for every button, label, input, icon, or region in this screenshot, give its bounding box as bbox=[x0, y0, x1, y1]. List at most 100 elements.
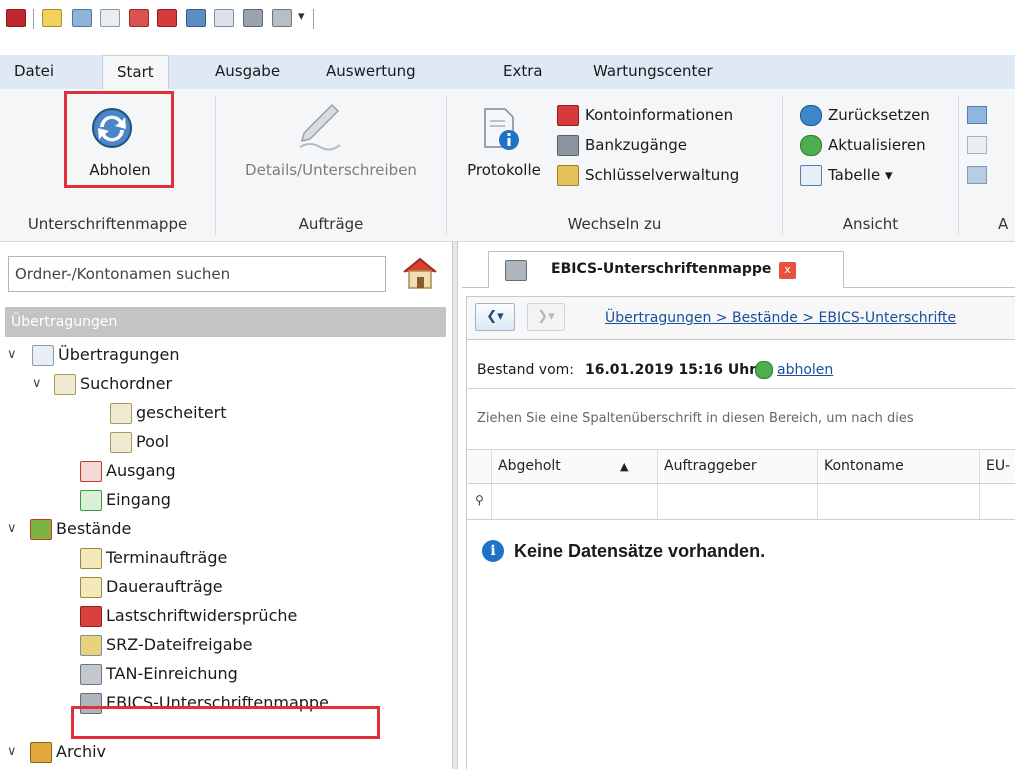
back-button[interactable]: ❮▾ bbox=[475, 303, 515, 331]
tree-item-label: Übertragungen bbox=[58, 345, 180, 364]
zuruecksetzen-label: Zurücksetzen bbox=[828, 106, 930, 124]
file-release-icon bbox=[80, 635, 102, 656]
schluesselverwaltung-button[interactable]: Schlüsselverwaltung bbox=[557, 162, 739, 188]
cut-off-icon[interactable] bbox=[967, 166, 987, 184]
envelope-icon bbox=[32, 345, 54, 366]
tab-auswertung[interactable]: Auswertung bbox=[326, 55, 416, 90]
tree-item-label: Ausgang bbox=[106, 461, 176, 480]
column-header-eu[interactable]: EU- bbox=[979, 450, 1015, 483]
account-list-icon[interactable] bbox=[157, 9, 177, 27]
group-by-area[interactable]: Ziehen Sie eine Spaltenüberschrift in di… bbox=[467, 388, 1015, 450]
column-header-abgeholt[interactable]: Abgeholt ▲ bbox=[491, 450, 657, 483]
bank-icon bbox=[557, 135, 579, 156]
tan-document-icon bbox=[80, 664, 102, 685]
cut-off-icon[interactable] bbox=[967, 136, 987, 154]
tab-start[interactable]: Start bbox=[102, 55, 169, 90]
signature-folder-icon bbox=[505, 260, 527, 281]
stand-value: 16.01.2019 15:16 Uhr bbox=[585, 362, 757, 378]
chevron-down-icon[interactable]: ∨ bbox=[7, 340, 21, 369]
customize-toolbar-icon[interactable]: ▾ bbox=[298, 9, 305, 24]
group-label-wechseln-zu: Wechseln zu bbox=[567, 215, 662, 233]
bankzugaenge-button[interactable]: Bankzugänge bbox=[557, 132, 687, 158]
tab-wartungscenter[interactable]: Wartungscenter bbox=[593, 55, 713, 90]
archive-icon bbox=[30, 742, 52, 763]
notepad-icon[interactable] bbox=[42, 9, 62, 27]
tree-item-label: EBICS-Unterschriftenmappe bbox=[106, 693, 329, 712]
column-header-auftraggeber[interactable]: Auftraggeber bbox=[657, 450, 817, 483]
filter-cell[interactable] bbox=[657, 484, 817, 519]
signature-folder-icon bbox=[80, 693, 102, 714]
breadcrumb[interactable]: Übertragungen > Bestände > EBICS-Untersc… bbox=[605, 297, 956, 339]
reset-icon bbox=[800, 105, 822, 126]
chevron-down-icon[interactable]: ∨ bbox=[7, 737, 21, 766]
grid-header: Abgeholt ▲ Auftraggeber Kontoname EU- bbox=[467, 450, 1015, 484]
document-arrow-icon[interactable] bbox=[100, 9, 120, 27]
group-label-ansicht: Ansicht bbox=[842, 215, 899, 233]
filter-cell[interactable] bbox=[491, 484, 657, 519]
tree-item-label: TAN-Einreichung bbox=[106, 664, 238, 683]
tab-ausgabe[interactable]: Ausgabe bbox=[215, 55, 280, 90]
kontoinformationen-label: Kontoinformationen bbox=[585, 106, 734, 124]
tab-title: EBICS-Unterschriftenmappe bbox=[551, 261, 772, 277]
filter-cell[interactable] bbox=[979, 484, 1015, 519]
transfer-icon[interactable] bbox=[129, 9, 149, 27]
zuruecksetzen-button[interactable]: Zurücksetzen bbox=[800, 102, 930, 128]
tabelle-dropdown[interactable]: Tabelle ▾ bbox=[800, 162, 892, 188]
filter-cell[interactable] bbox=[817, 484, 979, 519]
column-label: Abgeholt bbox=[498, 458, 561, 474]
group-separator bbox=[782, 95, 783, 235]
aktualisieren-button[interactable]: Aktualisieren bbox=[800, 132, 926, 158]
tree-item-label: Pool bbox=[136, 432, 170, 451]
tree-item-label: Daueraufträge bbox=[106, 577, 223, 596]
debit-objection-icon bbox=[80, 606, 102, 627]
inbox-icon bbox=[80, 490, 102, 511]
stand-row: Bestand vom: 16.01.2019 15:16 Uhr abhole… bbox=[467, 352, 1015, 388]
folder-search-input[interactable]: Ordner-/Kontonamen suchen bbox=[8, 256, 386, 292]
abholen-button-label[interactable]: Abholen bbox=[70, 161, 170, 179]
forward-button[interactable]: ❯▾ bbox=[527, 303, 565, 331]
group-label-auftraege: Aufträge bbox=[298, 215, 364, 233]
column-header-kontoname[interactable]: Kontoname bbox=[817, 450, 979, 483]
home-icon[interactable] bbox=[400, 255, 440, 291]
document-blue-icon[interactable] bbox=[186, 9, 206, 27]
group-label-cut: A bbox=[998, 215, 1009, 233]
document-info-icon bbox=[481, 107, 521, 151]
tree-item-label: Eingang bbox=[106, 490, 171, 509]
abholen-link[interactable]: abholen bbox=[777, 352, 833, 388]
quick-access-toolbar: ▾ bbox=[0, 0, 1015, 34]
image-icon[interactable] bbox=[72, 9, 92, 27]
group-separator bbox=[215, 95, 216, 235]
tree-item-label: SRZ-Dateifreigabe bbox=[106, 635, 253, 654]
group-separator bbox=[958, 95, 959, 235]
calendar-icon bbox=[80, 548, 102, 569]
search-folder-icon bbox=[110, 432, 132, 453]
protokolle-button[interactable]: Protokolle bbox=[456, 161, 552, 179]
refresh-icon[interactable] bbox=[755, 361, 773, 379]
refresh-icon bbox=[800, 135, 822, 156]
panel-splitter[interactable] bbox=[452, 242, 458, 769]
filter-pin-icon: ⚲ bbox=[475, 493, 484, 507]
stand-label: Bestand vom: bbox=[477, 362, 574, 378]
app-logo-icon[interactable] bbox=[6, 9, 26, 27]
details-unterschreiben-button[interactable]: Details/Unterschreiben bbox=[222, 161, 440, 179]
close-tab-icon[interactable]: x bbox=[779, 262, 796, 279]
document-info-icon[interactable] bbox=[214, 9, 234, 27]
inventory-icon bbox=[30, 519, 52, 540]
aktualisieren-label: Aktualisieren bbox=[828, 136, 926, 154]
edit-document-icon[interactable] bbox=[272, 9, 292, 27]
ribbon: Abholen Unterschriftenmappe Details/Unte… bbox=[0, 89, 1015, 242]
kontoinformationen-button[interactable]: Kontoinformationen bbox=[557, 102, 733, 128]
tab-extra[interactable]: Extra bbox=[503, 55, 543, 90]
key-icon bbox=[557, 165, 579, 186]
tab-ebics-unterschriftenmappe[interactable]: EBICS-Unterschriftenmappe x bbox=[488, 251, 844, 288]
tab-datei[interactable]: Datei bbox=[14, 55, 54, 90]
tree-item-label: Archiv bbox=[56, 742, 107, 761]
info-icon: i bbox=[482, 540, 504, 562]
cut-off-icon[interactable] bbox=[967, 106, 987, 124]
sort-ascending-icon: ▲ bbox=[620, 460, 629, 473]
tree-item-label: gescheitert bbox=[136, 403, 227, 422]
chevron-down-icon[interactable]: ∨ bbox=[32, 369, 46, 398]
sign-document-icon[interactable] bbox=[243, 9, 263, 27]
chevron-down-icon[interactable]: ∨ bbox=[7, 514, 21, 543]
pen-signature-icon bbox=[294, 101, 344, 151]
